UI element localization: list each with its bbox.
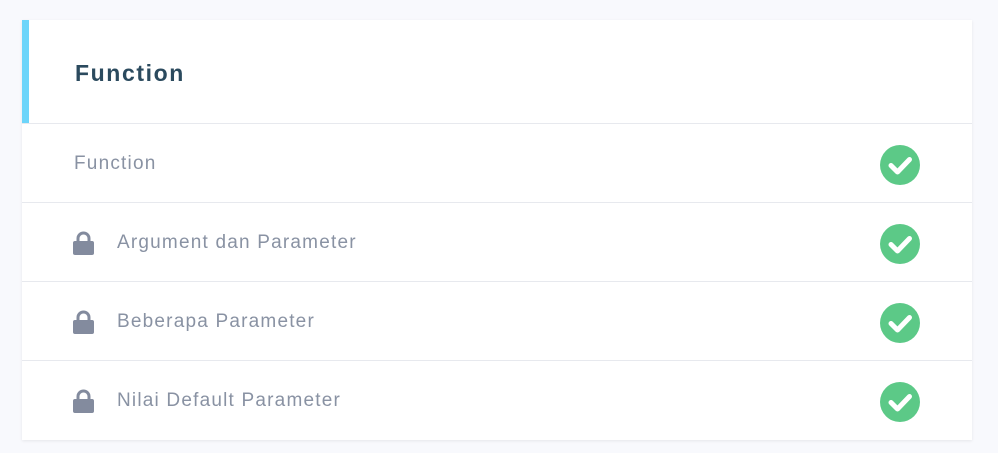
- lesson-item[interactable]: Beberapa Parameter: [22, 282, 972, 361]
- lesson-label: Argument dan Parameter: [117, 232, 357, 253]
- check-circle-icon: [880, 224, 920, 264]
- accent-bar: [22, 20, 29, 123]
- section-card: Function Function Argument dan Parameter…: [22, 20, 972, 440]
- check-circle-icon: [880, 382, 920, 422]
- check-circle-icon: [880, 145, 920, 185]
- lesson-item[interactable]: Argument dan Parameter: [22, 203, 972, 282]
- section-title: Function: [75, 60, 185, 86]
- lesson-item[interactable]: Nilai Default Parameter: [22, 361, 972, 440]
- lock-icon: [73, 310, 94, 334]
- section-header: Function: [22, 20, 972, 124]
- check-circle-icon: [880, 303, 920, 343]
- lesson-label: Nilai Default Parameter: [117, 390, 342, 411]
- lesson-label: Function: [74, 153, 157, 174]
- lesson-item[interactable]: Function: [22, 124, 972, 203]
- lock-icon: [73, 231, 94, 255]
- lesson-label: Beberapa Parameter: [117, 311, 315, 332]
- lock-icon: [73, 389, 94, 413]
